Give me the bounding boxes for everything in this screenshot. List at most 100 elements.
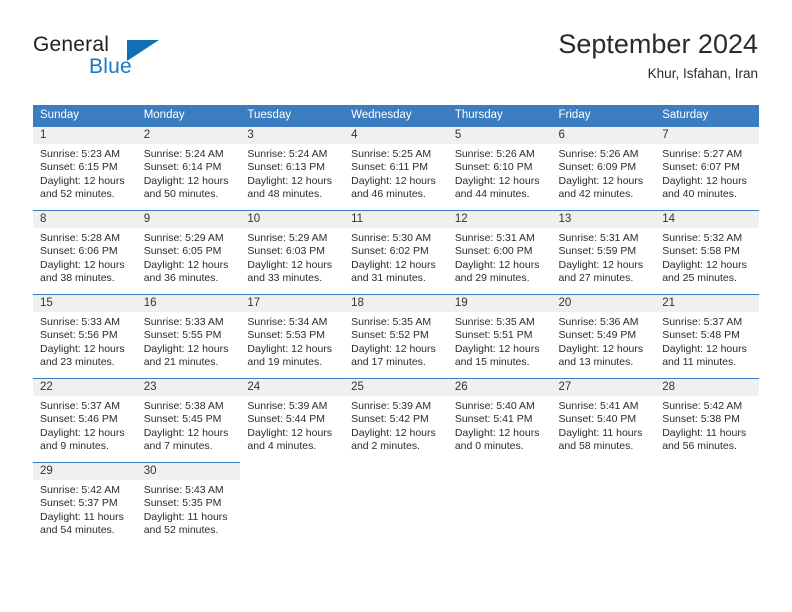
sunset-text: Sunset: 5:55 PM <box>143 329 222 342</box>
calendar-day-cell[interactable]: 5 Sunrise: 5:26 AM Sunset: 6:10 PM Daylight… <box>447 126 552 210</box>
calendar-day-cell[interactable]: 4 Sunrise: 5:25 AM Sunset: 6:11 PM Daylight… <box>344 126 448 210</box>
sunset-text: Sunset: 6:06 PM <box>40 245 118 258</box>
calendar-empty-cell <box>552 462 656 546</box>
daylight-text-line1: Daylight: 12 hours <box>454 258 540 271</box>
calendar-day-cell[interactable]: 1 Sunrise: 5:23 AM Sunset: 6:15 PM Daylight… <box>33 126 137 210</box>
day-cell-inner: 23 Sunrise: 5:38 AM Sunset: 5:45 PM Dayligh… <box>136 378 241 462</box>
sunrise-text: Sunrise: 5:37 AM <box>40 400 120 412</box>
calendar-day-cell[interactable]: 8 Sunrise: 5:28 AM Sunset: 6:06 PM Daylight… <box>33 210 137 294</box>
sunrise-text: Sunrise: 5:35 AM <box>454 316 535 328</box>
day-cell-inner: 16 Sunrise: 5:33 AM Sunset: 5:55 PM Dayligh… <box>136 294 241 378</box>
calendar-day-cell[interactable]: 2 Sunrise: 5:24 AM Sunset: 6:14 PM Daylight… <box>136 126 241 210</box>
day-details: Sunrise: 5:42 AM Sunset: 5:37 PM Daylight:… <box>33 480 137 538</box>
calendar-day-cell[interactable]: 15 Sunrise: 5:33 AM Sunset: 5:56 PM Dayligh… <box>33 294 137 378</box>
calendar-day-cell[interactable]: 22 Sunrise: 5:37 AM Sunset: 5:46 PM Dayligh… <box>33 378 137 462</box>
calendar-day-cell[interactable]: 17 Sunrise: 5:34 AM Sunset: 5:53 PM Dayligh… <box>240 294 345 378</box>
calendar-day-cell[interactable]: 9 Sunrise: 5:29 AM Sunset: 6:05 PM Daylight… <box>136 210 241 294</box>
calendar-day-cell[interactable]: 10 Sunrise: 5:29 AM Sunset: 6:03 PM Dayligh… <box>240 210 345 294</box>
day-details: Sunrise: 5:24 AM Sunset: 6:14 PM Daylight:… <box>137 144 241 202</box>
day-cell-inner: 19 Sunrise: 5:35 AM Sunset: 5:51 PM Dayligh… <box>447 294 552 378</box>
day-number: 7 <box>655 127 759 144</box>
day-cell-inner: 14 Sunrise: 5:32 AM Sunset: 5:58 PM Dayligh… <box>655 210 759 294</box>
day-details: Sunrise: 5:33 AM Sunset: 5:56 PM Daylight:… <box>33 312 137 370</box>
sunset-text: Sunset: 5:49 PM <box>558 329 637 342</box>
daylight-text-line1: Daylight: 12 hours <box>454 174 540 187</box>
calendar-day-cell[interactable]: 30 Sunrise: 5:43 AM Sunset: 5:35 PM Dayligh… <box>136 462 241 546</box>
daylight-text-line1: Daylight: 11 hours <box>662 426 747 439</box>
sunset-text: Sunset: 5:52 PM <box>351 329 429 342</box>
daylight-text-line2: and 36 minutes. <box>143 272 219 285</box>
calendar-week-row: 22 Sunrise: 5:37 AM Sunset: 5:46 PM Dayligh… <box>33 378 759 462</box>
calendar-day-cell[interactable]: 7 Sunrise: 5:27 AM Sunset: 6:07 PM Daylight… <box>655 126 759 210</box>
sunset-text: Sunset: 6:09 PM <box>558 161 637 174</box>
calendar-day-cell[interactable]: 25 Sunrise: 5:39 AM Sunset: 5:42 PM Dayligh… <box>344 378 448 462</box>
sunrise-text: Sunrise: 5:43 AM <box>143 484 224 496</box>
calendar-day-cell[interactable]: 14 Sunrise: 5:32 AM Sunset: 5:58 PM Dayligh… <box>655 210 759 294</box>
calendar-empty-cell <box>655 462 759 546</box>
day-cell-inner: 7 Sunrise: 5:27 AM Sunset: 6:07 PM Daylight… <box>655 126 759 210</box>
calendar-day-cell[interactable]: 16 Sunrise: 5:33 AM Sunset: 5:55 PM Dayligh… <box>136 294 241 378</box>
day-details: Sunrise: 5:24 AM Sunset: 6:13 PM Daylight:… <box>240 144 344 202</box>
calendar-day-cell[interactable]: 11 Sunrise: 5:30 AM Sunset: 6:02 PM Dayligh… <box>344 210 448 294</box>
sunset-text: Sunset: 5:51 PM <box>454 329 533 342</box>
sunset-text: Sunset: 5:53 PM <box>247 329 326 342</box>
day-cell-inner: 3 Sunrise: 5:24 AM Sunset: 6:13 PM Daylight… <box>240 126 345 210</box>
daylight-text-line1: Daylight: 12 hours <box>40 342 125 355</box>
calendar-day-cell[interactable]: 27 Sunrise: 5:41 AM Sunset: 5:40 PM Dayligh… <box>551 378 656 462</box>
day-details: Sunrise: 5:26 AM Sunset: 6:10 PM Daylight:… <box>448 144 552 202</box>
daylight-text-line2: and 2 minutes. <box>351 440 420 453</box>
day-cell-inner: 10 Sunrise: 5:29 AM Sunset: 6:03 PM Dayligh… <box>240 210 345 294</box>
calendar-day-cell[interactable]: 20 Sunrise: 5:36 AM Sunset: 5:49 PM Dayligh… <box>551 294 656 378</box>
daylight-text-line1: Daylight: 11 hours <box>143 510 228 523</box>
calendar-day-cell[interactable]: 12 Sunrise: 5:31 AM Sunset: 6:00 PM Dayligh… <box>447 210 552 294</box>
sunset-text: Sunset: 5:38 PM <box>662 413 740 426</box>
day-cell-inner: 4 Sunrise: 5:25 AM Sunset: 6:11 PM Daylight… <box>344 126 448 210</box>
sunrise-text: Sunrise: 5:40 AM <box>454 400 535 412</box>
calendar-day-cell[interactable]: 26 Sunrise: 5:40 AM Sunset: 5:41 PM Dayligh… <box>447 378 552 462</box>
day-number: 12 <box>447 211 552 228</box>
sunrise-text: Sunrise: 5:42 AM <box>40 484 120 496</box>
weekday-header-monday: Monday <box>136 105 241 126</box>
sunset-text: Sunset: 6:03 PM <box>247 245 326 258</box>
sunset-text: Sunset: 6:11 PM <box>351 161 428 174</box>
daylight-text-line2: and 25 minutes. <box>662 272 737 285</box>
calendar-table: Sunday Monday Tuesday Wednesday Thursday Frid… <box>33 105 759 546</box>
calendar-day-cell[interactable]: 24 Sunrise: 5:39 AM Sunset: 5:44 PM Dayligh… <box>240 378 345 462</box>
daylight-text-line1: Daylight: 11 hours <box>40 510 124 523</box>
sunset-text: Sunset: 5:58 PM <box>662 245 740 258</box>
calendar-day-cell[interactable]: 23 Sunrise: 5:38 AM Sunset: 5:45 PM Dayligh… <box>136 378 241 462</box>
day-details: Sunrise: 5:29 AM Sunset: 6:03 PM Daylight:… <box>240 228 344 286</box>
calendar-day-cell[interactable]: 3 Sunrise: 5:24 AM Sunset: 6:13 PM Daylight… <box>240 126 345 210</box>
daylight-text-line1: Daylight: 12 hours <box>143 426 229 439</box>
day-number: 2 <box>136 127 241 144</box>
day-details: Sunrise: 5:34 AM Sunset: 5:53 PM Daylight:… <box>240 312 344 370</box>
daylight-text-line1: Daylight: 12 hours <box>558 174 644 187</box>
day-details: Sunrise: 5:35 AM Sunset: 5:51 PM Daylight:… <box>448 312 552 370</box>
daylight-text-line2: and 54 minutes. <box>40 524 115 537</box>
calendar-day-cell[interactable]: 29 Sunrise: 5:42 AM Sunset: 5:37 PM Dayligh… <box>33 462 137 546</box>
calendar-day-cell[interactable]: 19 Sunrise: 5:35 AM Sunset: 5:51 PM Dayligh… <box>447 294 552 378</box>
day-cell-inner: 27 Sunrise: 5:41 AM Sunset: 5:40 PM Dayligh… <box>551 378 656 462</box>
daylight-text-line2: and 46 minutes. <box>351 188 426 201</box>
calendar-empty-cell <box>448 462 552 546</box>
sunset-text: Sunset: 5:41 PM <box>454 413 533 426</box>
daylight-text-line1: Daylight: 12 hours <box>247 174 333 187</box>
daylight-text-line2: and 40 minutes. <box>662 188 737 201</box>
general-blue-logo[interactable]: General Blue <box>33 33 273 83</box>
calendar-day-cell[interactable]: 28 Sunrise: 5:42 AM Sunset: 5:38 PM Dayligh… <box>655 378 759 462</box>
logo-text-general: General <box>33 33 110 56</box>
calendar-day-cell[interactable]: 13 Sunrise: 5:31 AM Sunset: 5:59 PM Dayligh… <box>551 210 656 294</box>
daylight-text-line2: and 7 minutes. <box>143 440 213 453</box>
calendar-day-cell[interactable]: 18 Sunrise: 5:35 AM Sunset: 5:52 PM Dayligh… <box>344 294 448 378</box>
calendar-day-cell[interactable]: 21 Sunrise: 5:37 AM Sunset: 5:48 PM Dayligh… <box>655 294 759 378</box>
daylight-text-line1: Daylight: 12 hours <box>454 426 540 439</box>
sunset-text: Sunset: 6:14 PM <box>143 161 222 174</box>
day-number: 20 <box>551 295 656 312</box>
calendar-day-cell[interactable]: 6 Sunrise: 5:26 AM Sunset: 6:09 PM Daylight… <box>551 126 656 210</box>
daylight-text-line2: and 23 minutes. <box>40 356 115 369</box>
day-details: Sunrise: 5:25 AM Sunset: 6:11 PM Daylight:… <box>344 144 448 202</box>
day-cell-inner: 22 Sunrise: 5:37 AM Sunset: 5:46 PM Dayligh… <box>33 378 137 462</box>
page-title: September 2024 <box>558 29 758 59</box>
sunrise-text: Sunrise: 5:37 AM <box>662 316 743 328</box>
day-cell-inner: 18 Sunrise: 5:35 AM Sunset: 5:52 PM Dayligh… <box>344 294 448 378</box>
